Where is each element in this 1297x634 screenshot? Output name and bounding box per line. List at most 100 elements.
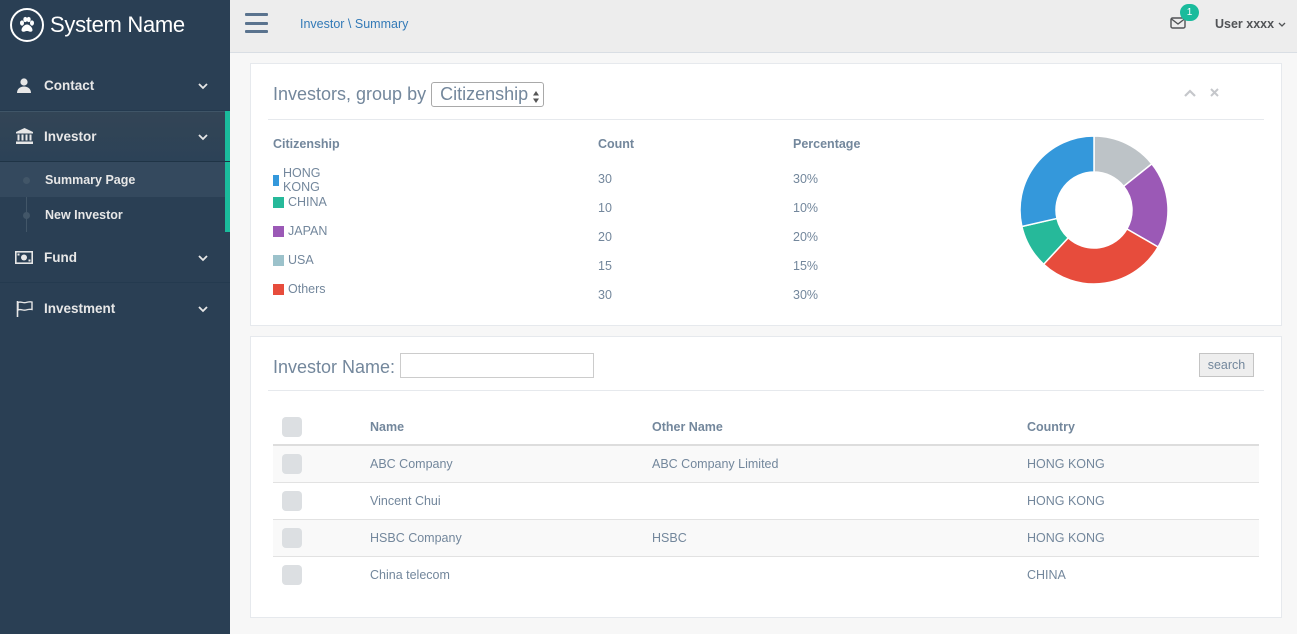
group-by-select[interactable]: Citizenship <box>431 82 545 107</box>
row-checkbox[interactable] <box>282 528 302 548</box>
sidebar-item-label: Investment <box>44 301 116 316</box>
row-checkbox[interactable] <box>282 491 302 511</box>
sidebar-item-contact[interactable]: Contact <box>0 60 230 111</box>
cell-country: HONG KONG <box>1027 494 1105 508</box>
money-icon <box>15 249 33 265</box>
category-percentage: 30% <box>793 288 819 302</box>
panel-divider <box>268 390 1264 391</box>
table-row[interactable]: HSBC Company HSBC HONG KONG <box>273 520 1259 557</box>
category-legend-item: USA <box>273 253 314 267</box>
sidebar-item-label: Contact <box>44 77 95 93</box>
sidebar-item-investor[interactable]: Investor <box>0 111 230 162</box>
investor-name-label: Investor Name: <box>273 357 396 377</box>
sidebar: System Name Contact Investor Summary Pag… <box>0 0 230 634</box>
square-icon <box>273 283 284 295</box>
category-legend-item: Others <box>273 282 326 296</box>
breadcrumb[interactable]: Investor \ Summary <box>300 17 408 31</box>
chevron-down-icon <box>1278 17 1286 31</box>
sidebar-subitem-new-investor[interactable]: New Investor <box>0 197 225 232</box>
bank-icon <box>15 128 33 144</box>
row-checkbox[interactable] <box>282 565 302 585</box>
category-count: 15 <box>598 259 612 273</box>
cell-name: ABC Company <box>370 457 453 471</box>
cell-name: Vincent Chui <box>370 494 441 508</box>
brand-name: System Name <box>50 12 185 37</box>
cell-other-name: HSBC <box>652 531 687 545</box>
top-nav: Investor \ Summary 1 User xxxx <box>230 0 1297 53</box>
panel-title-text: Investors, group by <box>273 84 427 104</box>
side-menu: Contact Investor Summary Page New Invest… <box>0 60 230 334</box>
category-name: USA <box>288 253 314 267</box>
donut-slice-hong-kong <box>1019 135 1095 228</box>
investor-list-panel: Investor Name: search Name Other Name Co… <box>250 336 1282 618</box>
square-icon <box>273 174 280 186</box>
user-icon <box>15 77 33 93</box>
investor-table: Name Other Name Country ABC Company ABC … <box>273 409 1259 594</box>
square-icon <box>273 254 284 266</box>
sidebar-item-label: Fund <box>44 249 77 265</box>
category-name: JAPAN <box>288 224 328 238</box>
category-count: 10 <box>598 201 612 215</box>
bullet-icon <box>23 212 30 219</box>
col-header-percentage: Percentage <box>793 137 861 151</box>
select-all-checkbox[interactable] <box>282 417 302 437</box>
close-icon[interactable] <box>1210 85 1219 100</box>
category-name: Others <box>288 282 326 296</box>
bullet-icon <box>23 177 30 184</box>
sidebar-subitem-label: New Investor <box>45 207 123 222</box>
cell-country: HONG KONG <box>1027 457 1105 471</box>
cell-country: CHINA <box>1027 568 1066 582</box>
user-name: User xxxx <box>1215 17 1275 31</box>
cell-name: China telecom <box>370 568 450 582</box>
flag-icon <box>15 300 33 317</box>
mail-count-badge: 1 <box>1180 4 1199 21</box>
chevron-down-icon <box>198 301 208 316</box>
col-header-country: Country <box>1027 420 1075 434</box>
summary-panel-title: Investors, group by Citizenship <box>273 82 545 107</box>
category-name: CHINA <box>288 195 327 209</box>
category-percentage: 15% <box>793 259 819 273</box>
square-icon <box>273 196 284 208</box>
brand[interactable]: System Name <box>0 0 230 50</box>
cell-name: HSBC Company <box>370 531 462 545</box>
menu-toggle-icon[interactable] <box>245 13 268 33</box>
sidebar-subitem-summary-page[interactable]: Summary Page <box>0 162 225 197</box>
col-header-other-name: Other Name <box>652 420 723 434</box>
paw-icon <box>10 8 44 42</box>
row-checkbox[interactable] <box>282 454 302 474</box>
sidebar-item-label: Investor <box>44 128 97 144</box>
category-count: 30 <box>598 288 612 302</box>
group-by-value: Citizenship <box>440 84 529 104</box>
category-count: 30 <box>598 172 612 186</box>
collapse-icon[interactable] <box>1184 85 1196 100</box>
investor-submenu: Summary Page New Investor <box>0 162 230 232</box>
table-header: Name Other Name Country <box>273 409 1259 446</box>
chevron-down-icon <box>198 129 208 144</box>
category-legend-item: HONG KONG <box>273 166 326 194</box>
table-row[interactable]: ABC Company ABC Company Limited HONG KON… <box>273 446 1259 483</box>
chevron-down-icon <box>198 250 208 265</box>
category-name: HONG KONG <box>283 166 321 194</box>
col-header-citizenship: Citizenship <box>273 137 340 151</box>
col-header-name: Name <box>370 420 405 434</box>
category-legend-item: CHINA <box>273 195 327 209</box>
category-percentage: 30% <box>793 172 819 186</box>
sidebar-item-fund[interactable]: Fund <box>0 232 230 283</box>
category-percentage: 20% <box>793 230 819 244</box>
search-button[interactable]: search <box>1199 353 1254 377</box>
investor-name-input[interactable] <box>400 353 594 378</box>
panel-divider <box>268 119 1264 120</box>
table-row[interactable]: Vincent Chui HONG KONG <box>273 483 1259 520</box>
category-count: 20 <box>598 230 612 244</box>
category-legend-item: JAPAN <box>273 224 327 238</box>
sidebar-item-investment[interactable]: Investment <box>0 283 230 334</box>
cell-country: HONG KONG <box>1027 531 1105 545</box>
table-row[interactable]: China telecom CHINA <box>273 557 1259 594</box>
sidebar-subitem-label: Summary Page <box>45 172 136 187</box>
citizenship-donut-chart <box>1019 135 1169 285</box>
user-menu[interactable]: User xxxx <box>1215 17 1286 31</box>
panel-tools <box>1184 85 1219 100</box>
summary-panel: Investors, group by Citizenship Citizens… <box>250 63 1282 326</box>
square-icon <box>273 225 284 237</box>
cell-other-name: ABC Company Limited <box>652 457 779 471</box>
